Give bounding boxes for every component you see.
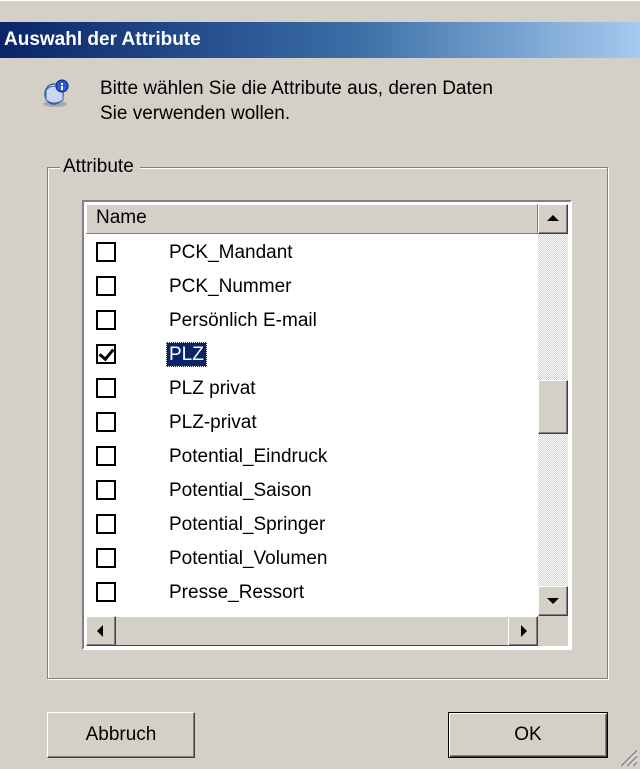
attribute-label: PLZ-privat: [169, 412, 257, 433]
attribute-checkbox[interactable]: [96, 548, 116, 568]
attribute-checkbox[interactable]: [96, 514, 116, 534]
instruction-line-2: Sie verwenden wollen.: [100, 103, 291, 124]
scrollbar-corner: [538, 616, 568, 646]
list-item[interactable]: Potential_Volumen: [86, 542, 538, 576]
attribute-label: Potential_Eindruck: [169, 446, 328, 467]
attribute-label: Potential_Saison: [169, 480, 312, 501]
attribute-list[interactable]: Name PCK_Mandant PCK_Nummer Persönlich E-m…: [82, 200, 572, 650]
list-item[interactable]: PLZ-privat: [86, 406, 538, 440]
scroll-down-button[interactable]: [538, 586, 568, 616]
attribute-checkbox[interactable]: [96, 344, 116, 364]
info-icon: [43, 79, 69, 107]
attribute-label: Potential_Volumen: [169, 548, 328, 569]
vertical-scroll-thumb[interactable]: [538, 380, 568, 434]
attribute-checkbox[interactable]: [96, 242, 116, 262]
attribute-checkbox[interactable]: [96, 480, 116, 500]
horizontal-scrollbar[interactable]: [86, 616, 538, 646]
attribute-label: PCK_Nummer: [169, 276, 292, 297]
ok-button[interactable]: OK: [448, 712, 608, 758]
list-item[interactable]: Potential_Springer: [86, 508, 538, 542]
list-item[interactable]: PCK_Nummer: [86, 270, 538, 304]
list-item[interactable]: Potential_Saison: [86, 474, 538, 508]
attribute-checkbox[interactable]: [96, 582, 116, 602]
attribute-checkbox[interactable]: [96, 412, 116, 432]
attribute-checkbox[interactable]: [96, 446, 116, 466]
list-item[interactable]: PLZ privat: [86, 372, 538, 406]
instruction-text: Bitte wählen Sie die Attribute aus, dere…: [100, 76, 620, 126]
list-item[interactable]: PCK_Mandant: [86, 236, 538, 270]
list-item[interactable]: PLZ: [86, 338, 538, 372]
scroll-right-button[interactable]: [508, 616, 538, 646]
arrow-up-icon: [547, 215, 559, 221]
attribute-label: Persönlich E-mail: [169, 310, 317, 331]
dialog-title: Auswahl der Attribute: [0, 22, 640, 58]
horizontal-scroll-thumb[interactable]: [116, 616, 508, 646]
list-item[interactable]: Potential_Eindruck: [86, 440, 538, 474]
attribute-label: Presse_Ressort: [169, 582, 305, 603]
attribute-label: PLZ: [166, 342, 207, 367]
attribute-checkbox[interactable]: [96, 378, 116, 398]
column-header-name[interactable]: Name: [86, 204, 538, 234]
attribute-checkbox[interactable]: [96, 310, 116, 330]
list-item[interactable]: Presse_Ressort: [86, 576, 538, 610]
attribute-checkbox[interactable]: [96, 276, 116, 296]
resize-grip-icon[interactable]: [616, 745, 638, 767]
attribute-label: Potential_Springer: [169, 514, 326, 535]
arrow-down-icon: [547, 598, 559, 604]
attribute-label: PCK_Mandant: [169, 242, 293, 263]
attribute-label: PLZ privat: [169, 378, 256, 399]
vertical-scrollbar[interactable]: [538, 204, 568, 616]
instruction-line-1: Bitte wählen Sie die Attribute aus, dere…: [100, 78, 493, 99]
arrow-left-icon: [97, 625, 103, 637]
attribute-rows: PCK_Mandant PCK_Nummer Persönlich E-mail PL…: [86, 236, 538, 610]
list-item[interactable]: Persönlich E-mail: [86, 304, 538, 338]
groupbox-legend: Attribute: [60, 157, 140, 177]
cancel-button[interactable]: Abbruch: [47, 712, 195, 758]
scroll-up-button[interactable]: [538, 204, 568, 234]
dialog-window: Auswahl der Attribute Bitte wählen Sie d…: [0, 0, 640, 769]
window-top-strip: [0, 0, 640, 23]
scroll-left-button[interactable]: [86, 616, 116, 646]
arrow-right-icon: [521, 625, 527, 637]
